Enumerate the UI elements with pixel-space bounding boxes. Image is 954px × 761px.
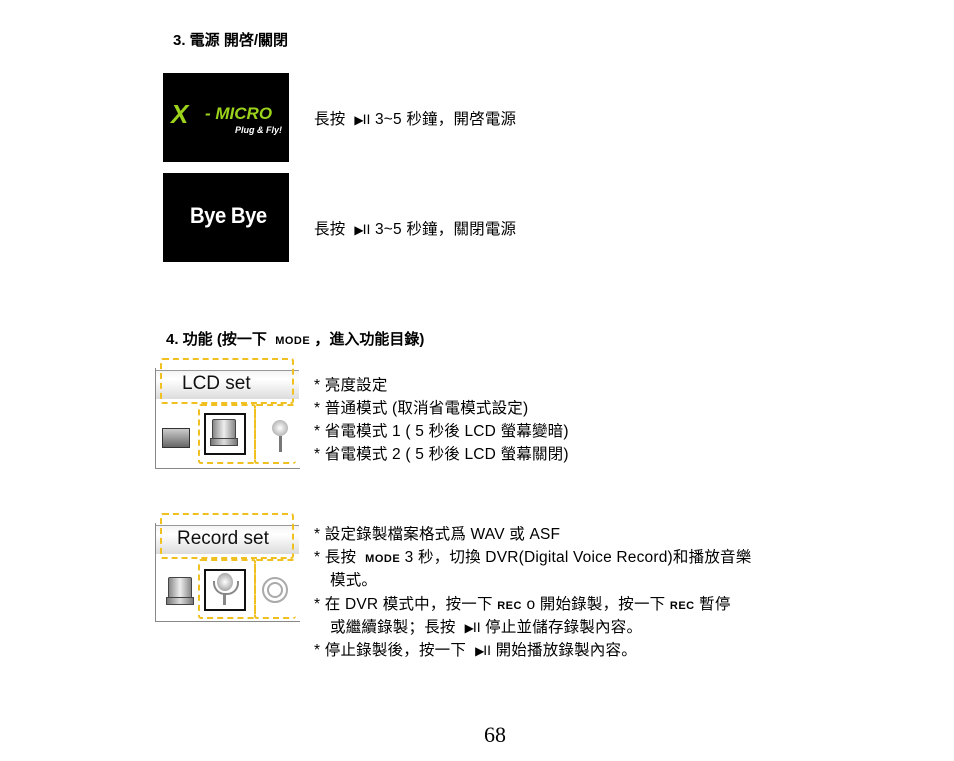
memory-card-icon [162, 428, 190, 448]
power-off-instruction: 長按 ▶II 3~5 秒鐘，關閉電源 [314, 221, 517, 238]
xmicro-logo-x: X [171, 99, 189, 129]
play-pause-icon: ▶II [354, 221, 371, 237]
display-icon [212, 419, 236, 439]
record-bullet-1: * 設定錄製檔案格式爲 WAV 或 ASF [314, 526, 561, 543]
power-on-instruction: 長按 ▶II 3~5 秒鐘，開啓電源 [314, 111, 517, 128]
lcd-set-menu-image: LCD set [154, 358, 300, 470]
mode-key-label: MODE [275, 335, 311, 347]
bye-bye-text: Bye Bye [190, 203, 267, 228]
bye-bye-screen-image: Bye Bye [163, 173, 289, 262]
rec-key-label: REC [669, 600, 695, 612]
record-bullet-4: * 停止錄製後，按一下 ▶II 開始播放錄製內容。 [314, 642, 637, 659]
record-bullet-2: * 長按 MODE 3 秒，切換 DVR(Digital Voice Recor… [314, 549, 752, 566]
record-bullet-2-continued: 模式。 [330, 572, 378, 589]
lcd-bullet-4: * 省電模式 2 ( 5 秒後 LCD 螢幕關閉) [314, 446, 569, 463]
record-bullet-3-continued: 或繼續錄製；長按 ▶II 停止並儲存錄製內容。 [330, 619, 643, 636]
lcd-bullet-1: * 亮度設定 [314, 377, 388, 394]
play-pause-icon: ▶II [464, 619, 481, 635]
play-pause-icon: ▶II [475, 642, 492, 658]
lcd-bullet-2: * 普通模式 (取消省電模式設定) [314, 400, 529, 417]
page-number: 68 [484, 722, 506, 747]
section-4-heading: 4. 功能 (按一下 MODE ，進入功能目錄) [166, 331, 425, 348]
xmicro-logo-text: - MICRO [205, 104, 273, 123]
xmicro-splash-image: X - MICRO Plug & Fly! [163, 73, 289, 162]
mode-key-label: MODE [365, 553, 401, 565]
record-set-menu-image: Record set [154, 513, 300, 625]
lcd-bullet-3: * 省電模式 1 ( 5 秒後 LCD 螢幕變暗) [314, 423, 569, 440]
record-bullet-3: * 在 DVR 模式中，按一下 REC o 開始錄製，按一下 REC 暫停 [314, 596, 731, 613]
microphone-icon [272, 420, 288, 436]
xmicro-tagline: Plug & Fly! [235, 125, 282, 135]
play-pause-icon: ▶II [354, 111, 371, 127]
section-3-heading: 3. 電源 開啓/關閉 [173, 32, 289, 49]
rec-key-label: REC [497, 600, 522, 612]
display-icon [168, 577, 192, 599]
